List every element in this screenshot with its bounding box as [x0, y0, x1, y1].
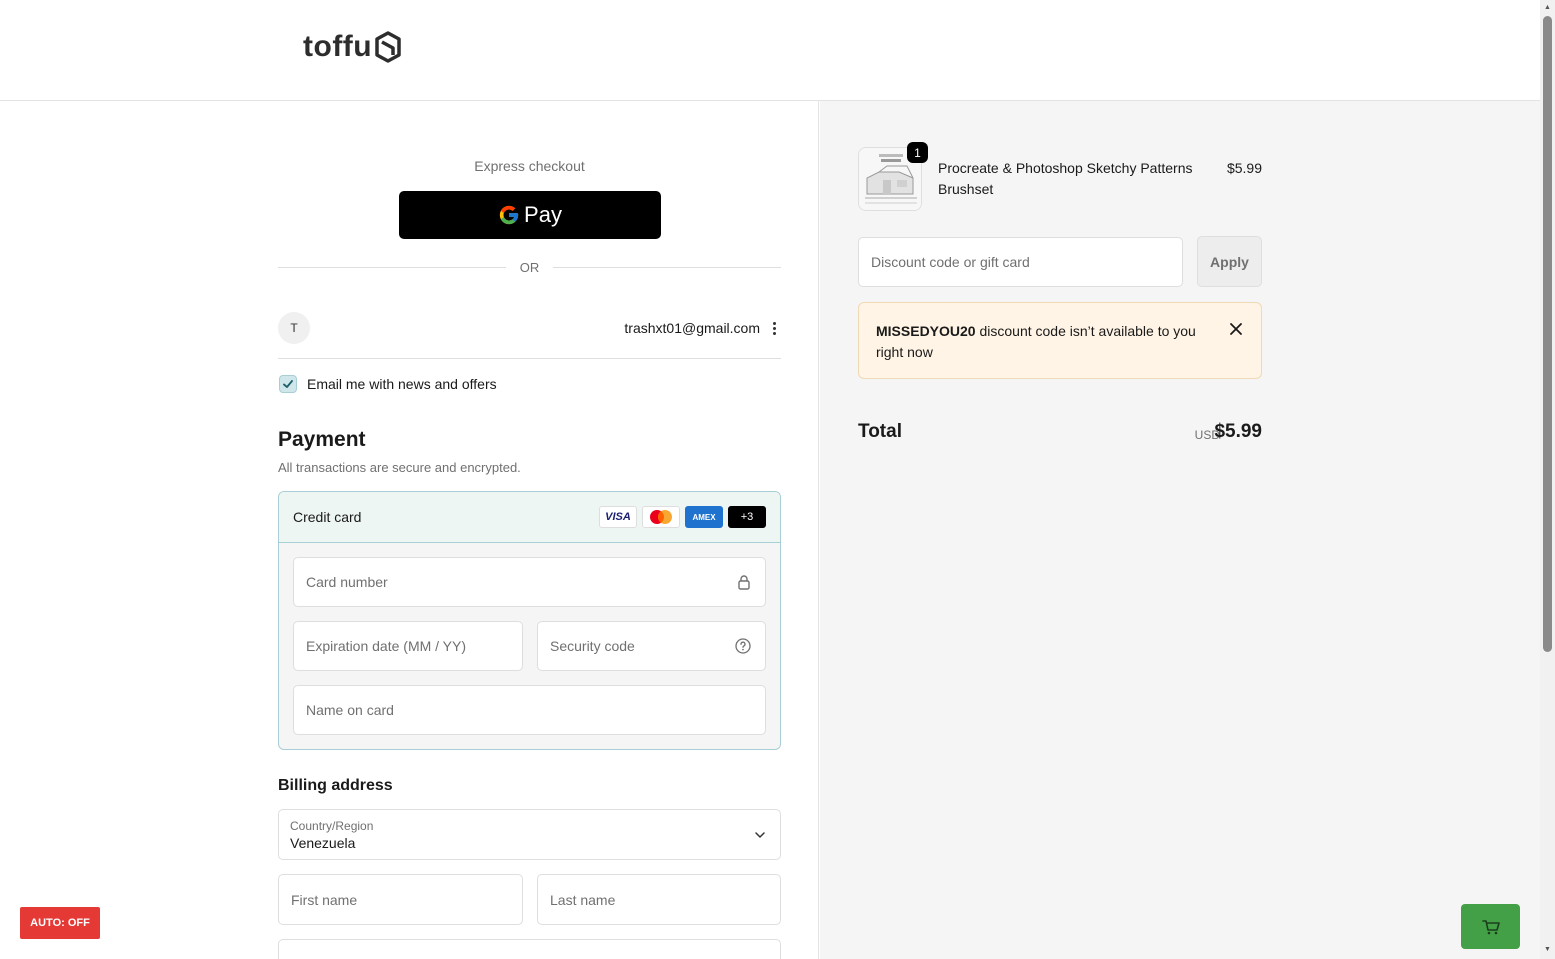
card-brands: VISA AMEX +3 — [599, 506, 766, 528]
scroll-down-icon[interactable]: ▼ — [1543, 944, 1552, 954]
country-region-value: Venezuela — [290, 835, 356, 851]
email-offers-label[interactable]: Email me with news and offers — [307, 376, 497, 392]
cart-icon — [1481, 919, 1500, 934]
account-avatar: T — [278, 312, 310, 344]
total-amount: $5.99 — [1214, 421, 1262, 442]
close-icon[interactable] — [1229, 322, 1243, 336]
or-divider: OR — [278, 258, 781, 276]
header: toffu — [0, 0, 1540, 101]
discount-code-placeholder: Discount code or gift card — [871, 254, 1030, 270]
payment-title: Payment — [278, 428, 366, 451]
account-email: trashxt01@gmail.com — [624, 320, 760, 336]
discount-code-name: MISSEDYOU20 — [876, 323, 976, 339]
payment-subtitle: All transactions are secure and encrypte… — [278, 460, 521, 475]
scroll-up-icon[interactable]: ▲ — [1543, 2, 1552, 12]
card-number-placeholder: Card number — [306, 574, 388, 590]
expiration-date-placeholder: Expiration date (MM / YY) — [306, 638, 467, 654]
logo[interactable]: toffu — [303, 31, 402, 63]
product-name: Procreate & Photoshop Sketchy Patterns B… — [938, 160, 1193, 197]
account-divider — [278, 358, 781, 359]
scrollbar-thumb[interactable] — [1543, 16, 1552, 652]
billing-address-title: Billing address — [278, 777, 393, 794]
last-name-placeholder: Last name — [550, 891, 616, 908]
security-code-placeholder: Security code — [550, 638, 635, 654]
first-name-field[interactable]: First name — [278, 874, 523, 925]
country-region-select[interactable]: Country/Region Venezuela — [278, 809, 781, 860]
quantity-badge: 1 — [907, 142, 928, 163]
express-checkout-label: Express checkout — [474, 158, 585, 174]
apply-discount-button[interactable]: Apply — [1197, 236, 1262, 287]
auto-toggle-button[interactable]: AUTO: OFF — [20, 907, 100, 939]
divider-line — [278, 266, 506, 268]
last-name-field[interactable]: Last name — [537, 874, 781, 925]
expiration-date-field[interactable]: Expiration date (MM / YY) — [293, 621, 523, 671]
google-g-icon — [499, 205, 519, 225]
discount-notice-text: MISSEDYOU20 discount code isn’t availabl… — [876, 321, 1206, 363]
product-price: $5.99 — [1226, 160, 1262, 176]
email-offers-checkbox[interactable] — [279, 375, 297, 393]
or-label: OR — [519, 259, 540, 275]
discount-notice: MISSEDYOU20 discount code isn’t availabl… — [858, 302, 1262, 379]
checkmark-icon — [283, 380, 293, 388]
logo-mark-icon — [375, 31, 401, 63]
amex-icon: AMEX — [685, 506, 723, 528]
google-pay-button[interactable]: Pay — [399, 191, 661, 239]
mastercard-icon — [642, 506, 680, 528]
visa-icon: VISA — [599, 506, 637, 528]
help-circle-icon[interactable] — [735, 638, 751, 654]
order-summary-panel — [820, 101, 1540, 959]
lock-icon — [737, 574, 751, 590]
total-label: Total — [858, 421, 902, 442]
divider-line — [553, 266, 781, 268]
address-field[interactable] — [278, 939, 781, 959]
name-on-card-field[interactable]: Name on card — [293, 685, 766, 735]
more-cards-badge: +3 — [728, 506, 766, 528]
account-menu-icon[interactable] — [769, 318, 779, 338]
country-region-label: Country/Region — [290, 819, 374, 833]
name-on-card-placeholder: Name on card — [306, 702, 394, 718]
credit-card-section: Credit card VISA AMEX +3 Card number Exp… — [278, 491, 781, 750]
credit-card-option[interactable]: Credit card VISA AMEX +3 — [279, 492, 780, 543]
logo-text: toffu — [303, 30, 373, 63]
card-number-field[interactable]: Card number — [293, 557, 766, 607]
chevron-down-icon — [754, 829, 766, 841]
google-pay-label: Pay — [524, 202, 562, 227]
cart-button[interactable] — [1461, 904, 1520, 949]
security-code-field[interactable]: Security code — [537, 621, 766, 671]
discount-code-input[interactable]: Discount code or gift card — [858, 237, 1183, 287]
first-name-placeholder: First name — [291, 891, 358, 908]
credit-card-label: Credit card — [293, 509, 362, 525]
